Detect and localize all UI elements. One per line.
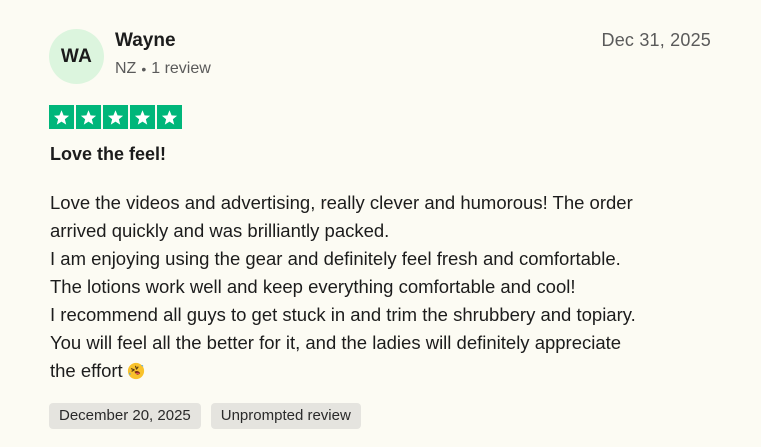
- star-icon: [130, 105, 155, 129]
- review-body: Love the videos and advertising, really …: [50, 189, 730, 385]
- review-tags: December 20, 2025 Unprompted review: [49, 403, 361, 429]
- star-icon: [103, 105, 128, 129]
- star-icon: [157, 105, 182, 129]
- unprompted-review-tag[interactable]: Unprompted review: [210, 403, 361, 429]
- review-body-line: Love the videos and advertising, really …: [50, 192, 633, 213]
- review-body-line-last: the effort: [50, 357, 730, 385]
- avatar[interactable]: WA: [49, 29, 104, 84]
- star-rating: [49, 105, 182, 129]
- review-body-line: The lotions work well and keep everythin…: [50, 276, 576, 297]
- reviewer-country: NZ: [115, 60, 137, 77]
- review-body-line: I recommend all guys to get stuck in and…: [50, 304, 636, 325]
- reviewer-meta: NZ • 1 review: [115, 60, 211, 78]
- review-date: Dec 31, 2025: [601, 30, 711, 50]
- review-body-line: You will feel all the better for it, and…: [50, 332, 622, 353]
- reviewer-name[interactable]: Wayne: [115, 30, 176, 52]
- reviewer-review-count[interactable]: 1 review: [151, 60, 211, 78]
- review-title[interactable]: Love the feel!: [50, 144, 166, 165]
- review-body-line: the effort: [50, 360, 123, 381]
- star-icon: [76, 105, 101, 129]
- review-body-line: arrived quickly and was brilliantly pack…: [50, 220, 390, 241]
- review-body-line: I am enjoying using the gear and definit…: [50, 248, 621, 269]
- star-icon: [49, 105, 74, 129]
- experience-date-tag: December 20, 2025: [49, 403, 201, 429]
- review-card: WA Wayne NZ • 1 review Dec 31, 2025 Love…: [0, 0, 761, 447]
- rolling-on-floor-laughing-icon: [127, 362, 144, 380]
- separator-dot: •: [141, 61, 147, 77]
